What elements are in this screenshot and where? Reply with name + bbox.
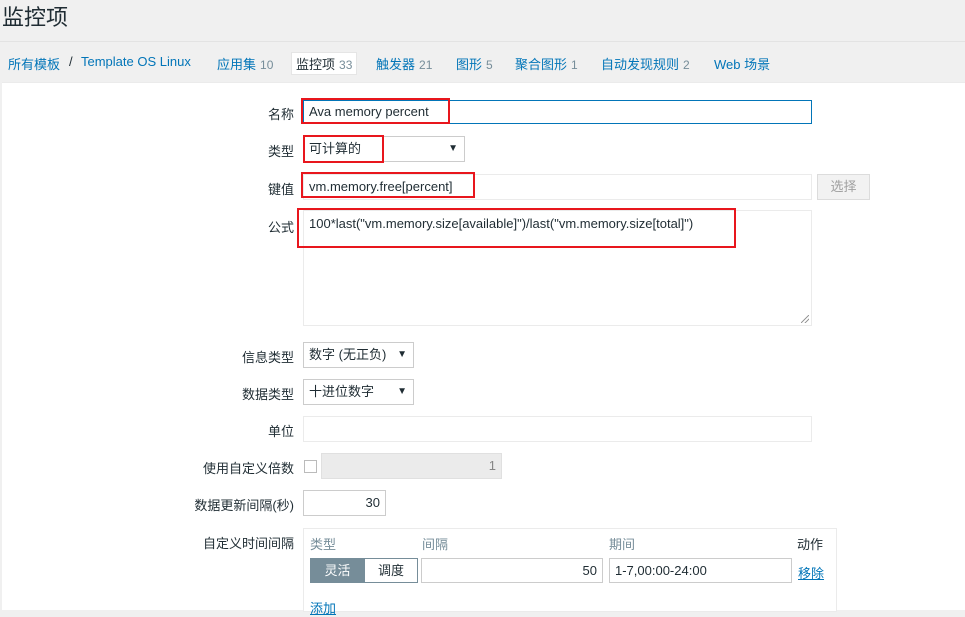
data-type-label: 数据类型 (241, 387, 294, 402)
data-type-value: 十进位数字 (309, 384, 375, 399)
period-input[interactable]: 1-7,00:00-24:00 (609, 558, 792, 583)
chevron-down-icon: ▼ (397, 349, 407, 360)
info-type-label: 信息类型 (241, 350, 294, 365)
scheduling-toggle[interactable]: 调度 (364, 558, 418, 583)
custom-intervals-label: 自定义时间间隔 (202, 536, 294, 551)
page-title: 监控项 (2, 5, 69, 30)
tab-label: 触发器 (376, 57, 416, 72)
col-interval-header: 间隔 (422, 537, 449, 552)
info-type-value: 数字 (无正负) (309, 347, 387, 362)
breadcrumb-tabs: 所有模板 / Template OS Linux 应用集 10 监控项 33 触发器… (0, 41, 965, 82)
formula-text: 100*last("vm.memory.size[available]")/la… (309, 216, 694, 231)
tab-discovery-rules[interactable]: 自动发现规则 2 (601, 54, 690, 73)
type-select[interactable]: 可计算的 ▼ (303, 136, 465, 162)
name-label: 名称 (267, 107, 294, 122)
col-type-header: 类型 (310, 537, 337, 552)
tab-label: Web 场景 (714, 57, 771, 72)
crumb-all-templates[interactable]: 所有模板 (8, 54, 60, 73)
type-label: 类型 (267, 144, 294, 159)
tab-screens[interactable]: 聚合图形 1 (515, 54, 578, 73)
tab-label: 自动发现规则 (601, 57, 680, 72)
chevron-down-icon: ▼ (397, 386, 407, 397)
tab-count: 2 (683, 58, 690, 72)
tab-triggers[interactable]: 触发器 21 (376, 54, 432, 73)
tab-label: 应用集 (217, 57, 257, 72)
resize-grip-icon[interactable] (801, 315, 809, 323)
crumb-template[interactable]: Template OS Linux (81, 54, 191, 69)
tab-count: 21 (419, 58, 433, 72)
add-interval-link[interactable]: 添加 (310, 598, 336, 617)
chevron-down-icon: ▼ (448, 143, 458, 154)
tab-web-scenarios[interactable]: Web 场景 (714, 54, 770, 73)
info-type-select[interactable]: 数字 (无正负) ▼ (303, 342, 414, 368)
tab-count: 5 (486, 58, 493, 72)
col-action-header: 动作 (797, 537, 824, 552)
name-input[interactable]: Ava memory percent (303, 100, 812, 124)
multiplier-input: 1 (321, 453, 502, 479)
update-interval-label: 数据更新间隔(秒) (194, 498, 294, 513)
formula-textarea[interactable]: 100*last("vm.memory.size[available]")/la… (303, 210, 812, 326)
flexible-toggle[interactable]: 灵活 (310, 558, 365, 583)
tab-items[interactable]: 监控项 33 (291, 52, 358, 75)
col-period-header: 期间 (609, 537, 636, 552)
key-input[interactable]: vm.memory.free[percent] (303, 174, 812, 200)
tab-label: 监控项 (296, 57, 336, 72)
tab-count: 10 (260, 58, 274, 72)
tab-count: 1 (571, 58, 578, 72)
units-input[interactable] (303, 416, 812, 442)
tab-graphs[interactable]: 图形 5 (456, 54, 493, 73)
remove-interval-link[interactable]: 移除 (798, 563, 824, 582)
select-key-button[interactable]: 选择 (817, 174, 870, 200)
multiplier-label: 使用自定义倍数 (202, 461, 294, 476)
tab-count: 33 (339, 58, 353, 72)
update-interval-input[interactable]: 30 (303, 490, 386, 516)
interval-input[interactable]: 50 (421, 558, 603, 583)
item-form: 名称 Ava memory percent 类型 可计算的 ▼ 键值 vm.me… (2, 82, 965, 616)
formula-label: 公式 (267, 220, 294, 235)
custom-intervals-table: 类型 间隔 期间 动作 灵活 调度 50 1-7,00:00-24:00 移除 … (303, 528, 837, 616)
data-type-select[interactable]: 十进位数字 ▼ (303, 379, 414, 405)
tab-label: 聚合图形 (515, 57, 568, 72)
units-label: 单位 (267, 424, 294, 439)
tab-applications[interactable]: 应用集 10 (217, 54, 273, 73)
type-select-value: 可计算的 (309, 141, 362, 156)
tab-label: 图形 (456, 57, 483, 72)
multiplier-checkbox[interactable] (304, 460, 317, 473)
crumb-separator: / (69, 54, 73, 69)
key-label: 键值 (267, 182, 294, 197)
